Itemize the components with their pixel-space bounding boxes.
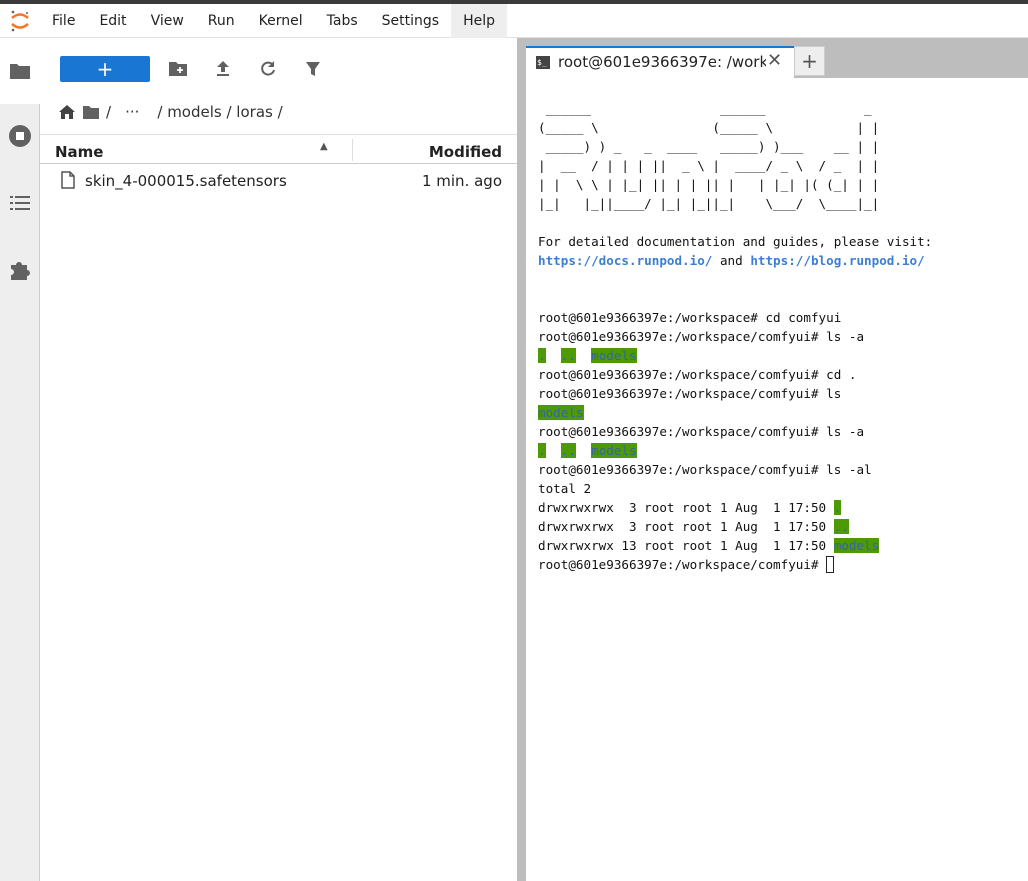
- file-modified: 1 min. ago: [421, 172, 502, 190]
- dir-entry: models: [591, 348, 637, 363]
- ll-name: models: [833, 538, 880, 553]
- menu-bar: File Edit View Run Kernel Tabs Settings …: [0, 3, 1028, 38]
- total-line: total 2: [538, 481, 592, 496]
- ll-name: ..: [833, 519, 849, 534]
- left-sidebar: [0, 38, 40, 881]
- refresh-icon: [261, 61, 275, 76]
- prompt: root@601e9366397e:/workspace/comfyui#: [538, 424, 827, 439]
- banner-line: _____) ) _ _ ____ _____) )___ __ | |: [538, 139, 880, 154]
- ll-perm: drwxrwxrwx 3 root root 1 Aug 1 17:50: [538, 519, 834, 534]
- doc-line: For detailed documentation and guides, p…: [538, 234, 933, 249]
- command: ls -a: [826, 424, 865, 439]
- command: ls: [826, 386, 842, 401]
- upload-icon: [217, 61, 229, 76]
- terminal-output[interactable]: ______ ______ _ (_____ \ (_____ \ | | __…: [526, 78, 1028, 881]
- puzzle-icon: [11, 262, 30, 280]
- menu-view[interactable]: View: [139, 4, 196, 38]
- add-tab-button[interactable]: +: [794, 46, 825, 76]
- menu-help[interactable]: Help: [451, 3, 507, 38]
- command: ls -a: [826, 329, 865, 344]
- terminal-icon: $_: [536, 56, 550, 69]
- jupyter-logo-icon: [0, 4, 40, 38]
- menu-tabs[interactable]: Tabs: [315, 4, 370, 38]
- stop-circle-icon: [9, 125, 31, 147]
- menu-run[interactable]: Run: [196, 4, 247, 38]
- main-tab-bar: $_ root@601e9366397e: /works ✕ +: [526, 38, 1028, 78]
- breadcrumb-ellipsis[interactable]: ···: [125, 103, 139, 121]
- prompt: root@601e9366397e:/workspace/comfyui#: [538, 367, 827, 382]
- sort-ascending-icon[interactable]: ▲: [320, 141, 328, 152]
- home-icon[interactable]: [58, 104, 76, 120]
- command: ls -al: [826, 462, 872, 477]
- refresh-button[interactable]: [257, 58, 279, 80]
- list-icon: [10, 196, 30, 210]
- file-browser-panel: + / ··· / models / loras / Name ▲ Modifi…: [40, 38, 517, 881]
- dir-entry: models: [591, 443, 637, 458]
- column-divider[interactable]: [352, 139, 353, 161]
- menu-file[interactable]: File: [40, 4, 87, 38]
- folder-icon[interactable]: [82, 104, 100, 120]
- new-folder-button[interactable]: [167, 58, 189, 80]
- dir-entry: .: [538, 443, 546, 458]
- docs-link[interactable]: https://docs.runpod.io/: [538, 253, 712, 268]
- breadcrumb-root[interactable]: /: [106, 103, 111, 121]
- banner-line: ______ ______ _: [538, 101, 880, 116]
- blog-link[interactable]: https://blog.runpod.io/: [750, 253, 924, 268]
- menu-edit[interactable]: Edit: [87, 4, 138, 38]
- menu-settings[interactable]: Settings: [370, 4, 451, 38]
- prompt: root@601e9366397e:/workspace#: [538, 310, 766, 325]
- tab-label: root@601e9366397e: /works: [558, 53, 766, 71]
- command: cd .: [826, 367, 857, 382]
- filter-icon: [306, 62, 320, 76]
- ll-perm: drwxrwxrwx 13 root root 1 Aug 1 17:50: [538, 538, 834, 553]
- new-folder-icon: [169, 62, 187, 76]
- file-list-header: Name ▲ Modified: [40, 134, 517, 164]
- extensions-tab[interactable]: [8, 258, 32, 282]
- command: cd comfyui: [765, 310, 842, 325]
- ll-name: .: [833, 500, 842, 515]
- banner-line: (_____ \ (_____ \ | |: [538, 120, 880, 135]
- prompt: root@601e9366397e:/workspace/comfyui#: [538, 386, 827, 401]
- running-sessions-tab[interactable]: [8, 124, 32, 148]
- ll-perm: drwxrwxrwx 3 root root 1 Aug 1 17:50: [538, 500, 834, 515]
- breadcrumb-path[interactable]: / models / loras /: [157, 103, 282, 121]
- folder-icon: [10, 64, 30, 79]
- dir-entry: models: [538, 405, 584, 420]
- column-name-header[interactable]: Name: [55, 143, 103, 161]
- file-icon: [61, 171, 75, 189]
- file-browser-tab[interactable]: [0, 38, 40, 104]
- file-browser-toolbar: +: [40, 38, 517, 98]
- terminal-tab[interactable]: $_ root@601e9366397e: /works ✕: [526, 46, 794, 78]
- table-of-contents-tab[interactable]: [8, 191, 32, 215]
- close-icon[interactable]: ✕: [767, 50, 782, 71]
- dir-entry: ..: [560, 348, 576, 363]
- breadcrumb: / ··· / models / loras /: [58, 100, 283, 124]
- dir-entry: ..: [560, 443, 576, 458]
- banner-line: | __ / | | | || _ \ | ____/ _ \ / _ | |: [538, 158, 880, 173]
- banner-line: |_| |_||____/ |_| |_||_| \___/ \____|_|: [538, 196, 880, 211]
- panel-splitter[interactable]: [517, 38, 526, 881]
- banner-line: | | \ \ | |_| || | | || | | |_| |( (_| |…: [538, 177, 880, 192]
- filter-button[interactable]: [302, 58, 324, 80]
- prompt: root@601e9366397e:/workspace/comfyui#: [538, 329, 827, 344]
- menu-kernel[interactable]: Kernel: [247, 4, 315, 38]
- prompt: root@601e9366397e:/workspace/comfyui#: [538, 462, 827, 477]
- file-name: skin_4-000015.safetensors: [85, 172, 287, 190]
- upload-button[interactable]: [212, 58, 234, 80]
- terminal-cursor: [826, 556, 835, 573]
- and-text: and: [712, 253, 751, 268]
- column-modified-header[interactable]: Modified: [429, 143, 502, 161]
- prompt: root@601e9366397e:/workspace/comfyui#: [538, 557, 827, 572]
- dir-entry: .: [538, 348, 546, 363]
- new-launcher-button[interactable]: +: [60, 56, 150, 82]
- file-row[interactable]: skin_4-000015.safetensors 1 min. ago: [40, 168, 517, 194]
